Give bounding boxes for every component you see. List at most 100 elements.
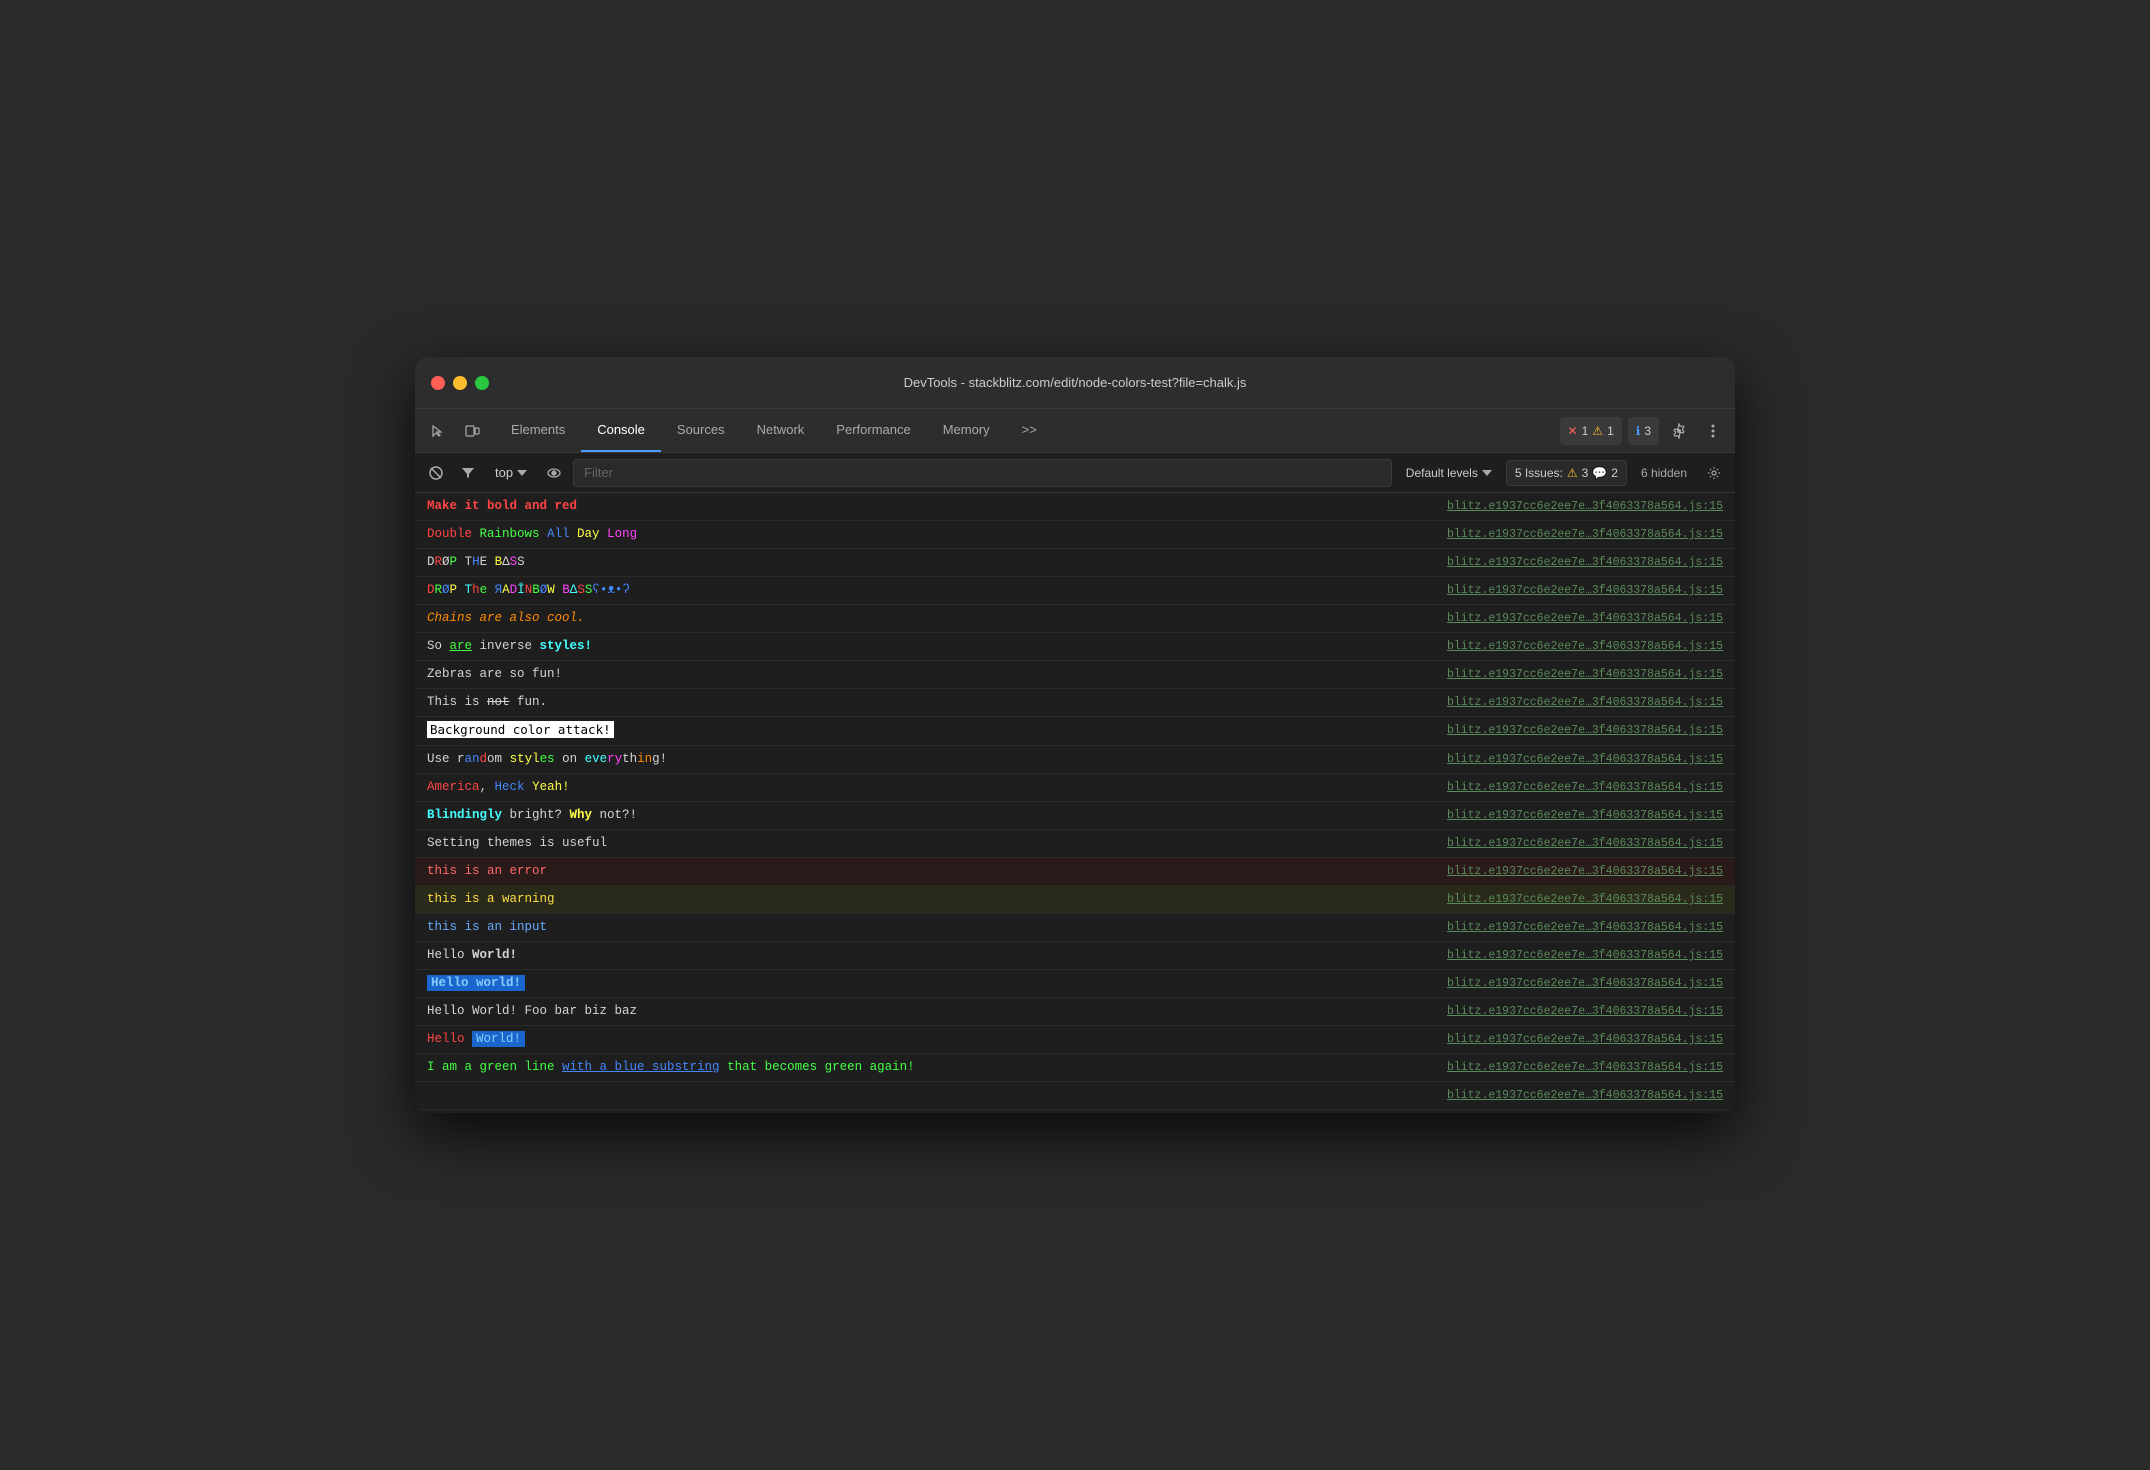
console-output: Make it bold and red blitz.e1937cc6e2ee7…: [415, 493, 1735, 1113]
tab-sources[interactable]: Sources: [661, 409, 741, 452]
tabbar-tools: [423, 409, 487, 452]
tab-more[interactable]: >>: [1006, 409, 1053, 452]
info-badge-group[interactable]: ℹ 3: [1628, 417, 1659, 445]
log-row: DRØP The ЯADĪNBØW BΔSSʕ•ᴥ•ʔ blitz.e1937c…: [415, 577, 1735, 605]
log-message: Use random styles on everything!: [427, 750, 1431, 769]
log-row: Use random styles on everything! blitz.e…: [415, 746, 1735, 774]
log-source[interactable]: blitz.e1937cc6e2ee7e…3f4063378a564.js:15: [1447, 977, 1723, 990]
log-row: Hello World! blitz.e1937cc6e2ee7e…3f4063…: [415, 1026, 1735, 1054]
log-message: Double Rainbows All Day Long: [427, 525, 1431, 544]
issues-msg-count: 2: [1611, 466, 1618, 480]
tab-elements[interactable]: Elements: [495, 409, 581, 452]
log-message: This is not fun.: [427, 693, 1431, 712]
issues-warning-icon: ⚠: [1567, 466, 1578, 480]
log-source[interactable]: blitz.e1937cc6e2ee7e…3f4063378a564.js:15: [1447, 865, 1723, 878]
log-source[interactable]: blitz.e1937cc6e2ee7e…3f4063378a564.js:15: [1447, 949, 1723, 962]
log-message: Hello World!: [427, 1030, 1431, 1049]
error-icon: ✕: [1568, 424, 1578, 438]
log-message: Chains are also cool.: [427, 609, 1431, 628]
settings-icon[interactable]: [1665, 417, 1693, 445]
log-row: Blindingly bright? Why not?! blitz.e1937…: [415, 802, 1735, 830]
top-label: top: [495, 465, 513, 480]
default-levels-dropdown[interactable]: Default levels: [1398, 462, 1500, 484]
clear-console-button[interactable]: [423, 460, 449, 486]
log-row-warning: this is a warning blitz.e1937cc6e2ee7e…3…: [415, 886, 1735, 914]
issues-badge[interactable]: 5 Issues: ⚠ 3 💬 2: [1506, 460, 1627, 486]
error-badge-group[interactable]: ✕ 1 ⚠ 1: [1560, 417, 1622, 445]
log-row: This is not fun. blitz.e1937cc6e2ee7e…3f…: [415, 689, 1735, 717]
log-message: Background color attack!: [427, 721, 1431, 741]
log-message: this is an error: [427, 862, 1431, 881]
log-row: I am a green line with a blue substring …: [415, 1054, 1735, 1082]
log-row: Setting themes is useful blitz.e1937cc6e…: [415, 830, 1735, 858]
log-row: Background color attack! blitz.e1937cc6e…: [415, 717, 1735, 746]
log-source[interactable]: blitz.e1937cc6e2ee7e…3f4063378a564.js:15: [1447, 500, 1723, 513]
log-source[interactable]: blitz.e1937cc6e2ee7e…3f4063378a564.js:15: [1447, 893, 1723, 906]
issues-msg-icon: 💬: [1592, 466, 1607, 480]
maximize-button[interactable]: [475, 376, 489, 390]
log-message: DRØP The ЯADĪNBØW BΔSSʕ•ᴥ•ʔ: [427, 581, 1431, 600]
log-source[interactable]: blitz.e1937cc6e2ee7e…3f4063378a564.js:15: [1447, 724, 1723, 737]
log-source[interactable]: blitz.e1937cc6e2ee7e…3f4063378a564.js:15: [1447, 1061, 1723, 1074]
log-row: Chains are also cool. blitz.e1937cc6e2ee…: [415, 605, 1735, 633]
top-context-dropdown[interactable]: top: [487, 461, 535, 484]
log-message: this is a warning: [427, 890, 1431, 909]
log-message: Hello World! Foo bar biz baz: [427, 1002, 1431, 1021]
log-source[interactable]: blitz.e1937cc6e2ee7e…3f4063378a564.js:15: [1447, 1033, 1723, 1046]
warning-icon: ⚠: [1592, 424, 1603, 438]
device-toolbar-icon[interactable]: [457, 416, 487, 446]
traffic-lights: [431, 376, 489, 390]
tab-memory[interactable]: Memory: [927, 409, 1006, 452]
log-message: Hello world!: [427, 974, 1431, 993]
log-source[interactable]: blitz.e1937cc6e2ee7e…3f4063378a564.js:15: [1447, 753, 1723, 766]
filter-toggle-button[interactable]: [455, 460, 481, 486]
log-row: America, Heck Yeah! blitz.e1937cc6e2ee7e…: [415, 774, 1735, 802]
minimize-button[interactable]: [453, 376, 467, 390]
log-row: So are inverse styles! blitz.e1937cc6e2e…: [415, 633, 1735, 661]
hidden-count[interactable]: 6 hidden: [1633, 464, 1695, 482]
log-row: blitz.e1937cc6e2ee7e…3f4063378a564.js:15: [415, 1082, 1735, 1110]
log-source[interactable]: blitz.e1937cc6e2ee7e…3f4063378a564.js:15: [1447, 1089, 1723, 1102]
filter-input[interactable]: [573, 459, 1392, 487]
log-source[interactable]: blitz.e1937cc6e2ee7e…3f4063378a564.js:15: [1447, 584, 1723, 597]
log-source[interactable]: blitz.e1937cc6e2ee7e…3f4063378a564.js:15: [1447, 809, 1723, 822]
log-message: Setting themes is useful: [427, 834, 1431, 853]
log-message: this is an input: [427, 918, 1431, 937]
log-row: Double Rainbows All Day Long blitz.e1937…: [415, 521, 1735, 549]
console-settings-icon[interactable]: [1701, 460, 1727, 486]
log-source[interactable]: blitz.e1937cc6e2ee7e…3f4063378a564.js:15: [1447, 696, 1723, 709]
log-source[interactable]: blitz.e1937cc6e2ee7e…3f4063378a564.js:15: [1447, 837, 1723, 850]
log-source[interactable]: blitz.e1937cc6e2ee7e…3f4063378a564.js:15: [1447, 528, 1723, 541]
issues-warning-count: 3: [1582, 466, 1589, 480]
log-row-input: this is an input blitz.e1937cc6e2ee7e…3f…: [415, 914, 1735, 942]
close-button[interactable]: [431, 376, 445, 390]
console-toolbar: top Default levels 5 Issues: ⚠ 3 💬 2 6 h…: [415, 453, 1735, 493]
log-message: Blindingly bright? Why not?!: [427, 806, 1431, 825]
log-source[interactable]: blitz.e1937cc6e2ee7e…3f4063378a564.js:15: [1447, 921, 1723, 934]
log-source[interactable]: blitz.e1937cc6e2ee7e…3f4063378a564.js:15: [1447, 781, 1723, 794]
tab-network[interactable]: Network: [741, 409, 821, 452]
log-row: Hello World! blitz.e1937cc6e2ee7e…3f4063…: [415, 942, 1735, 970]
titlebar: DevTools - stackblitz.com/edit/node-colo…: [415, 357, 1735, 409]
tabbar: Elements Console Sources Network Perform…: [415, 409, 1735, 453]
log-row: DRØP THE BΔSS blitz.e1937cc6e2ee7e…3f406…: [415, 549, 1735, 577]
tab-console[interactable]: Console: [581, 409, 661, 452]
info-icon: ℹ: [1636, 424, 1641, 438]
log-message: America, Heck Yeah!: [427, 778, 1431, 797]
tab-performance[interactable]: Performance: [820, 409, 926, 452]
log-row: Make it bold and red blitz.e1937cc6e2ee7…: [415, 493, 1735, 521]
log-source[interactable]: blitz.e1937cc6e2ee7e…3f4063378a564.js:15: [1447, 668, 1723, 681]
log-message: I am a green line with a blue substring …: [427, 1058, 1431, 1077]
more-options-icon[interactable]: [1699, 417, 1727, 445]
log-source[interactable]: blitz.e1937cc6e2ee7e…3f4063378a564.js:15: [1447, 640, 1723, 653]
inspect-element-icon[interactable]: [423, 416, 453, 446]
issues-label: 5 Issues:: [1515, 466, 1563, 480]
warning-count: 1: [1607, 424, 1614, 438]
log-row-error: this is an error blitz.e1937cc6e2ee7e…3f…: [415, 858, 1735, 886]
log-source[interactable]: blitz.e1937cc6e2ee7e…3f4063378a564.js:15: [1447, 556, 1723, 569]
eye-icon-button[interactable]: [541, 460, 567, 486]
log-message: Zebras are so fun!: [427, 665, 1431, 684]
log-source[interactable]: blitz.e1937cc6e2ee7e…3f4063378a564.js:15: [1447, 1005, 1723, 1018]
log-message: DRØP THE BΔSS: [427, 553, 1431, 572]
log-source[interactable]: blitz.e1937cc6e2ee7e…3f4063378a564.js:15: [1447, 612, 1723, 625]
